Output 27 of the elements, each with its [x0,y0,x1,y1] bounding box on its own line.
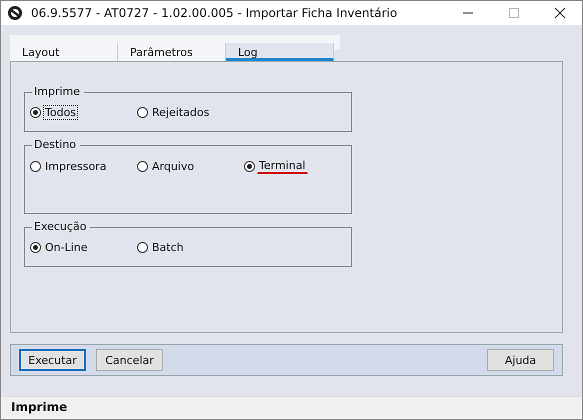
radio-button[interactable] [30,160,41,172]
tab[interactable]: Log [226,43,334,61]
dialog-button[interactable]: Cancelar [96,349,163,371]
option-label[interactable]: Rejeitados [150,105,212,120]
option-label[interactable]: Arquivo [150,158,196,174]
group-title: Execução [32,220,90,233]
radio-button[interactable] [30,242,41,253]
radio-button[interactable] [30,107,41,118]
radio-button[interactable] [137,107,148,118]
radio-button[interactable] [137,242,148,253]
group-title: Imprime [32,85,84,98]
app-logo-icon [7,5,23,21]
option-label[interactable]: Todos [43,105,78,120]
close-icon[interactable] [554,7,566,19]
radio-button[interactable] [244,160,255,172]
tab[interactable]: Parâmetros [118,43,226,61]
window-title: 06.9.5577 - AT0727 - 1.02.00.005 - Importar Ficha Inventário [31,6,398,20]
status-bar: Imprime [1,396,582,419]
option-label[interactable]: Batch [150,240,186,255]
option-label[interactable]: Terminal [257,158,308,174]
radio-button[interactable] [137,160,148,172]
option-label[interactable]: On-Line [43,240,90,255]
option-label[interactable]: Impressora [43,158,108,174]
tab[interactable]: Layout [10,43,118,61]
dialog-button[interactable]: Executar [19,349,86,371]
dialog-button[interactable]: Ajuda [487,349,554,371]
group-title: Destino [32,138,80,151]
